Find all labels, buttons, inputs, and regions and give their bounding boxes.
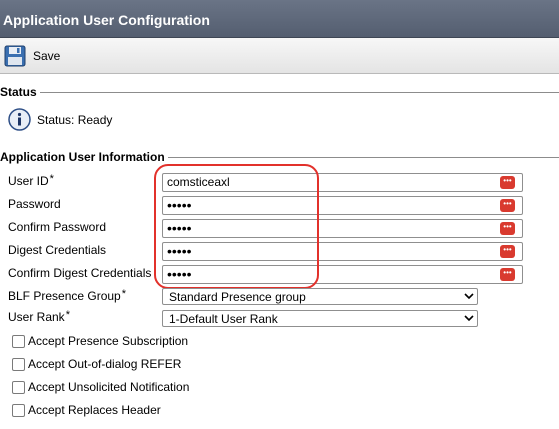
accept-out-of-dialog-refer-row[interactable]: Accept Out-of-dialog REFER <box>12 357 181 371</box>
confirm-password-input[interactable]: ••••• <box>162 219 523 238</box>
confirm-digest-credentials-label: Confirm Digest Credentials <box>8 266 152 280</box>
keyboard-dots-icon[interactable]: ••• <box>500 268 515 281</box>
status-row: Status: Ready <box>8 108 112 131</box>
accept-replaces-header-checkbox[interactable] <box>12 403 25 417</box>
accept-replaces-header-row[interactable]: Accept Replaces Header <box>12 403 161 417</box>
blf-presence-group-label: BLF Presence Group* <box>8 288 127 303</box>
save-button-label: Save <box>33 49 61 63</box>
keyboard-dots-icon[interactable]: ••• <box>500 245 515 258</box>
checkbox-label: Accept Unsolicited Notification <box>28 380 190 394</box>
accept-presence-subscription-row[interactable]: Accept Presence Subscription <box>12 334 188 348</box>
toolbar: Save <box>0 38 559 74</box>
password-label: Password <box>8 197 61 211</box>
checkbox-label: Accept Replaces Header <box>28 403 161 417</box>
page-title: Application User Configuration <box>0 0 559 38</box>
password-input[interactable]: ••••• <box>162 196 523 215</box>
checkbox-label: Accept Out-of-dialog REFER <box>28 357 182 371</box>
accept-out-of-dialog-refer-checkbox[interactable] <box>12 357 25 371</box>
user-rank-select[interactable]: 1-Default User Rank <box>162 310 478 327</box>
user-id-label: User ID* <box>8 173 54 188</box>
confirm-password-label: Confirm Password <box>8 220 107 234</box>
blf-presence-group-select[interactable]: Standard Presence group <box>162 288 478 305</box>
checkbox-label: Accept Presence Subscription <box>28 334 189 348</box>
user-rank-value: 1-Default User Rank <box>169 312 278 326</box>
keyboard-dots-icon[interactable]: ••• <box>500 199 515 212</box>
info-icon <box>8 108 31 131</box>
accept-unsolicited-notification-checkbox[interactable] <box>12 380 25 394</box>
chevron-down-icon <box>464 293 474 300</box>
digest-credentials-label: Digest Credentials <box>8 243 107 257</box>
digest-credentials-input[interactable]: ••••• <box>162 242 523 261</box>
save-button[interactable]: Save <box>4 42 60 70</box>
user-rank-label: User Rank* <box>8 309 70 324</box>
confirm-digest-credentials-input[interactable]: ••••• <box>162 265 523 284</box>
status-text: Status: Ready <box>37 112 113 127</box>
status-divider <box>0 92 559 93</box>
accept-unsolicited-notification-row[interactable]: Accept Unsolicited Notification <box>12 380 189 394</box>
blf-presence-group-value: Standard Presence group <box>169 290 306 304</box>
info-section-title: Application User Information <box>0 150 168 164</box>
keyboard-dots-icon[interactable]: ••• <box>500 176 515 189</box>
keyboard-dots-icon[interactable]: ••• <box>500 222 515 235</box>
floppy-disk-icon <box>4 45 26 67</box>
accept-presence-subscription-checkbox[interactable] <box>12 334 25 348</box>
status-section-title: Status <box>0 85 40 99</box>
user-id-input[interactable]: comsticeaxl <box>162 173 523 192</box>
chevron-down-icon <box>464 315 474 322</box>
